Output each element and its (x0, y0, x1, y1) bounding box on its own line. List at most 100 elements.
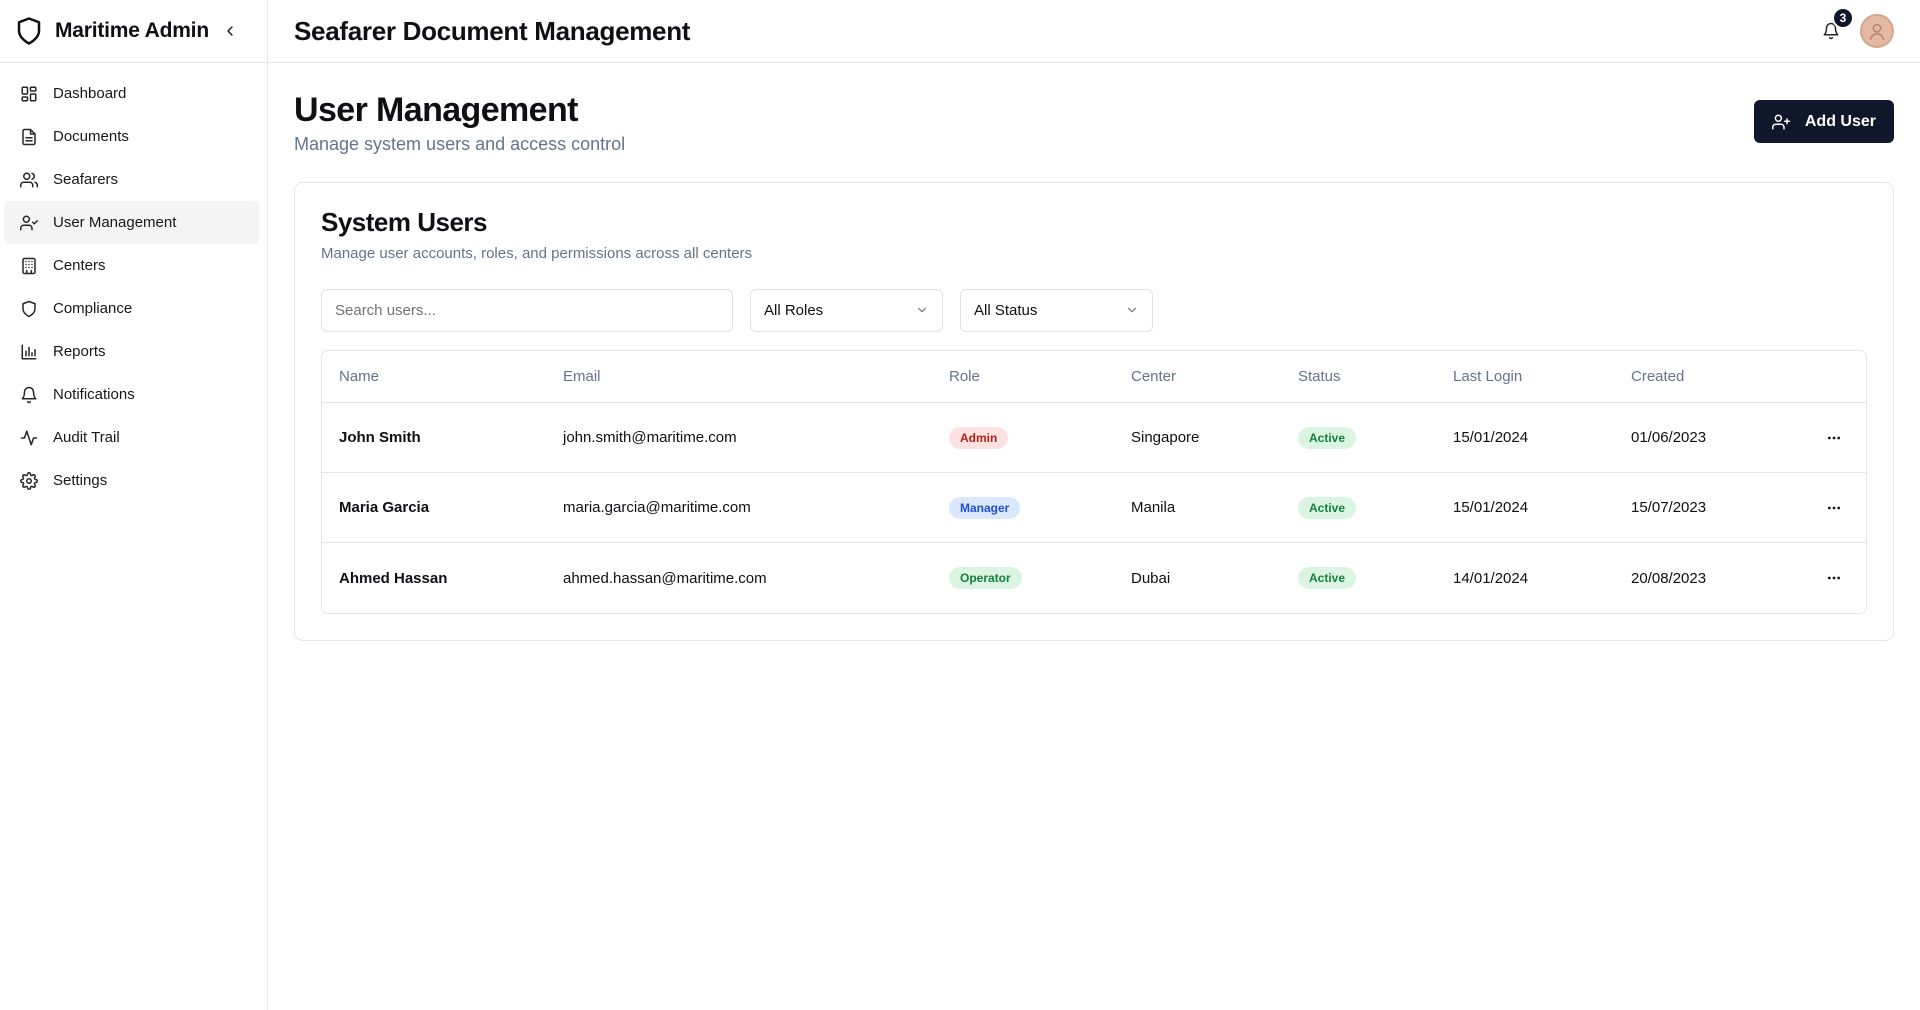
user-check-icon (20, 214, 38, 232)
column-header-status[interactable]: Status (1281, 350, 1436, 404)
sidebar-item-label: Documents (53, 128, 129, 145)
user-email: ahmed.hassan@maritime.com (563, 569, 767, 587)
status-badge: Active (1298, 426, 1357, 449)
sidebar-item-label: Dashboard (53, 85, 127, 102)
status-cell: Active (1281, 472, 1436, 544)
sidebar-item-label: Settings (53, 472, 108, 489)
column-header-name[interactable]: Name (322, 350, 546, 404)
sidebar-item-documents[interactable]: Documents (4, 115, 259, 158)
actions-cell (1772, 472, 1866, 544)
page-title: User Management (294, 91, 578, 129)
sidebar-item-reports[interactable]: Reports (4, 330, 259, 373)
topbar: Seafarer Document Management 3 (268, 0, 1920, 63)
sidebar-item-notifications[interactable]: Notifications (4, 373, 259, 416)
notification-count-badge: 3 (1832, 7, 1854, 29)
user-email: maria.garcia@maritime.com (546, 472, 932, 544)
column-header-last-login[interactable]: Last Login (1436, 350, 1614, 404)
sidebar-item-audit-trail[interactable]: Audit Trail (4, 416, 259, 459)
role-cell: Operator (932, 543, 1114, 613)
column-header-created[interactable]: Created (1614, 350, 1772, 404)
status-badge: Active (1298, 567, 1357, 590)
search-input[interactable] (321, 288, 733, 332)
chevron-down-icon (915, 303, 929, 317)
add-user-button[interactable]: Add User (1753, 100, 1894, 143)
table-row[interactable]: Maria Garcia maria.garcia@maritime.com M… (322, 472, 1866, 544)
user-created: 20/08/2023 (1631, 569, 1707, 587)
user-last-login: 15/01/2024 (1436, 402, 1614, 474)
bar-chart-icon (20, 343, 38, 361)
more-actions-icon[interactable] (1819, 493, 1849, 523)
page-header: User Management Manage system users and … (294, 89, 1894, 155)
column-header-email[interactable]: Email (546, 350, 932, 404)
page-content: User Management Manage system users and … (268, 63, 1920, 641)
building-icon (20, 257, 38, 275)
table-row[interactable]: Ahmed Hassan ahmed.hassan@maritime.com O… (322, 543, 1866, 613)
role-badge: Manager (949, 496, 1021, 519)
notifications-button[interactable]: 3 (1816, 7, 1854, 46)
chevron-left-icon[interactable] (217, 18, 243, 44)
user-center: Manila (1114, 472, 1281, 544)
activity-icon (20, 429, 38, 447)
user-name: John Smith (322, 402, 546, 474)
actions-cell (1772, 543, 1866, 613)
sidebar-item-label: Seafarers (53, 171, 119, 188)
card-subtitle: Manage user accounts, roles, and permiss… (321, 244, 753, 262)
document-icon (20, 128, 38, 146)
gear-icon (20, 471, 38, 490)
system-users-card: System Users Manage user accounts, roles… (294, 182, 1894, 641)
dashboard-icon (20, 85, 38, 103)
user-center: Singapore (1114, 402, 1281, 474)
shield-logo-icon (14, 16, 44, 46)
shield-icon (20, 300, 38, 318)
sidebar-item-seafarers[interactable]: Seafarers (4, 158, 259, 201)
user-last-login: 14/01/2024 (1453, 569, 1529, 587)
sidebar-nav: Dashboard Documents Seafarers User Manag… (0, 63, 267, 502)
app-title: Seafarer Document Management (294, 15, 691, 46)
sidebar-item-label: Audit Trail (53, 429, 120, 446)
sidebar-item-label: Reports (53, 343, 106, 360)
actions-cell (1772, 402, 1866, 474)
status-badge: Active (1298, 496, 1357, 519)
page-subtitle: Manage system users and access control (294, 134, 626, 155)
status-cell: Active (1281, 402, 1436, 474)
user-created: 01/06/2023 (1614, 402, 1772, 474)
role-filter-value: All Roles (764, 301, 824, 319)
role-filter-select[interactable]: All Roles (750, 288, 943, 332)
more-actions-icon[interactable] (1819, 563, 1849, 593)
column-header-actions (1772, 350, 1866, 404)
role-badge: Admin (949, 426, 1009, 449)
table-row[interactable]: John Smith john.smith@maritime.com Admin… (322, 402, 1866, 474)
status-filter-select[interactable]: All Status (960, 288, 1153, 332)
role-badge: Operator (949, 567, 1022, 590)
sidebar-item-user-management[interactable]: User Management (4, 201, 259, 244)
column-header-role[interactable]: Role (932, 350, 1114, 404)
app-root: Maritime Admin Dashboard Documents Seafa… (0, 0, 1920, 1010)
chevron-down-icon (1125, 303, 1139, 317)
avatar[interactable] (1860, 14, 1894, 48)
column-header-center[interactable]: Center (1114, 350, 1281, 404)
users-icon (20, 171, 38, 189)
users-table-container: Name Email Role Center Status Last Login… (321, 349, 1867, 614)
table-header-row: Name Email Role Center Status Last Login… (322, 350, 1866, 404)
sidebar-item-dashboard[interactable]: Dashboard (4, 72, 259, 115)
status-cell: Active (1281, 543, 1436, 613)
bell-icon (20, 386, 38, 404)
user-center: Dubai (1131, 569, 1171, 587)
sidebar: Maritime Admin Dashboard Documents Seafa… (0, 0, 268, 1010)
user-last-login: 15/01/2024 (1436, 472, 1614, 544)
sidebar-item-settings[interactable]: Settings (4, 459, 259, 502)
sidebar-item-label: User Management (53, 214, 177, 231)
status-filter-value: All Status (974, 301, 1038, 319)
sidebar-item-compliance[interactable]: Compliance (4, 287, 259, 330)
filters-bar: All Roles All Status (321, 288, 1867, 332)
more-actions-icon[interactable] (1819, 423, 1849, 453)
user-email: john.smith@maritime.com (546, 402, 932, 474)
sidebar-item-label: Centers (53, 257, 106, 274)
card-title: System Users (321, 207, 488, 238)
sidebar-brand: Maritime Admin (55, 19, 209, 42)
sidebar-item-centers[interactable]: Centers (4, 244, 259, 287)
sidebar-item-label: Notifications (53, 386, 135, 403)
user-plus-icon (1771, 113, 1790, 131)
role-cell: Manager (932, 472, 1114, 544)
main-area: Seafarer Document Management 3 User Mana… (268, 0, 1920, 1010)
